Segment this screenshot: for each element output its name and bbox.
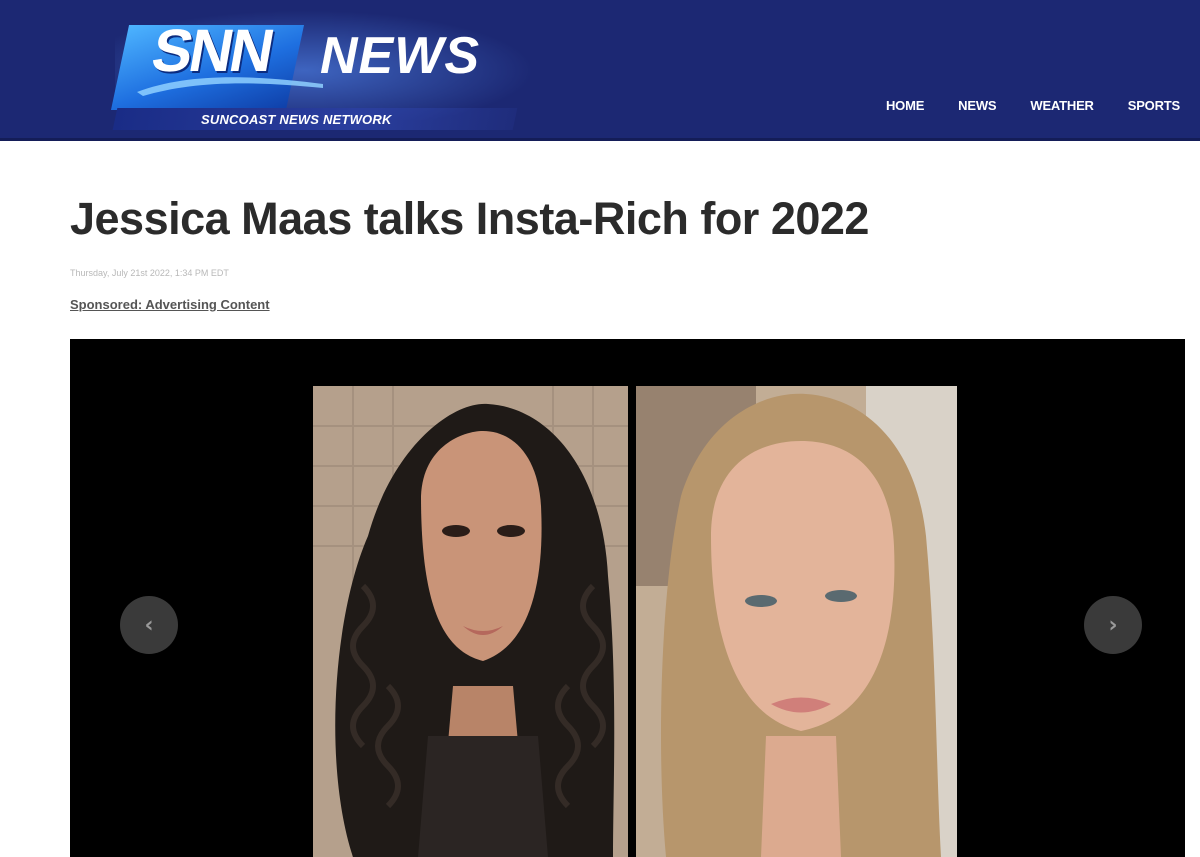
sponsored-link[interactable]: Sponsored: Advertising Content <box>70 297 270 312</box>
nav-item-weather[interactable]: WEATHER <box>1030 98 1094 116</box>
portrait-blonde-hair-image <box>636 386 957 857</box>
article-headline: Jessica Maas talks Insta-Rich for 2022 <box>70 193 869 244</box>
chevron-left-icon: ‹ <box>144 612 154 638</box>
logo-tagline: SUNCOAST NEWS NETWORK <box>201 112 392 127</box>
logo-swoosh-icon <box>137 77 323 96</box>
gallery-photo-left <box>313 386 628 857</box>
chevron-right-icon: › <box>1108 612 1118 638</box>
photo-gallery: ‹ › <box>70 339 1185 857</box>
site-logo[interactable]: SNN NEWS SUNCOAST NEWS NETWORK <box>110 10 535 135</box>
gallery-photo-right <box>636 386 957 857</box>
nav-item-sports[interactable]: SPORTS <box>1128 98 1180 116</box>
main-nav: HOME NEWS WEATHER SPORTS <box>886 98 1180 116</box>
nav-item-home[interactable]: HOME <box>886 98 924 116</box>
gallery-next-button[interactable]: › <box>1084 596 1142 654</box>
portrait-dark-hair-image <box>313 386 628 857</box>
logo-news-text: NEWS <box>320 27 480 85</box>
nav-item-news[interactable]: NEWS <box>958 98 996 116</box>
site-header: SNN NEWS SUNCOAST NEWS NETWORK HOME NEWS… <box>0 0 1200 141</box>
gallery-prev-button[interactable]: ‹ <box>120 596 178 654</box>
article-dateline: Thursday, July 21st 2022, 1:34 PM EDT <box>70 268 229 278</box>
